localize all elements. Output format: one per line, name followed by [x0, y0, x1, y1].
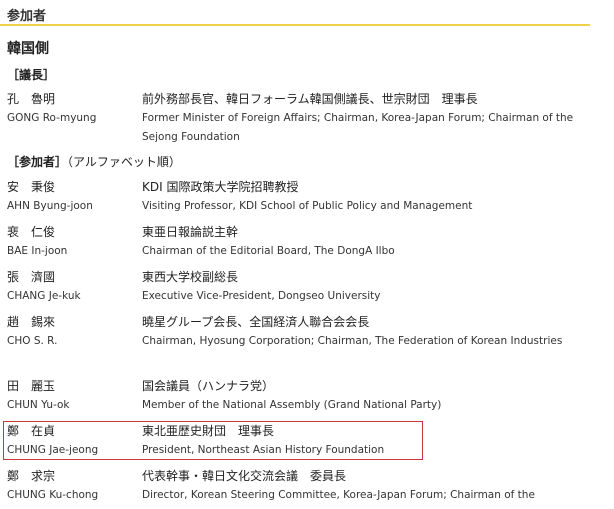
person-name-en: GONG Ro-myung: [7, 112, 97, 124]
person-name-en: BAE In-joon: [7, 245, 68, 257]
person-title-jp: 東亜日報論説主幹: [142, 225, 239, 239]
person-name-jp: 安 秉俊: [7, 180, 56, 194]
person-name-en: CHUNG Ku-chong: [7, 489, 99, 501]
person-title-en: Former Minister of Foreign Affairs; Chai…: [142, 112, 574, 143]
person-name-en: CHUN Yu-ok: [7, 399, 70, 411]
person-title-en: Executive Vice-President, Dongseo Univer…: [142, 290, 381, 302]
person-name-jp: 趙 錫來: [7, 315, 56, 329]
participants-section-label: ［参加者］（アルファベット順）: [7, 153, 181, 170]
chair-label: ［議長］: [7, 68, 56, 82]
person-title-jp: 東西大学校副総長: [142, 270, 239, 284]
chair-section-label: ［議長］: [7, 66, 55, 83]
person-title-jp: 東北亜歴史財団 理事長: [142, 424, 275, 438]
korean-side-heading: 韓国側: [7, 41, 49, 57]
person-name-jp: 鄭 求宗: [7, 469, 56, 483]
person-name-en: AHN Byung-joon: [7, 200, 93, 212]
person-title-jp: 代表幹事・韓日文化交流会議 委員長: [142, 469, 347, 483]
person-name-jp: 裵 仁俊: [7, 225, 56, 239]
section-header: 参加者: [0, 0, 590, 26]
person-name-jp: 鄭 在貞: [7, 424, 56, 438]
person-title-jp: 前外務部長官、韓日フォーラム韓国側議長、世宗財団 理事長: [142, 92, 478, 106]
person-name-jp: 張 濟國: [7, 270, 56, 284]
person-name-en: CHANG Je-kuk: [7, 290, 81, 302]
person-title-en: Director, Korean Steering Committee, Kor…: [142, 489, 535, 501]
person-title-en: President, Northeast Asian History Found…: [142, 444, 385, 456]
participants-label: ［参加者］: [7, 155, 68, 169]
person-title-en: Visiting Professor, KDI School of Public…: [142, 200, 473, 212]
person-title-en: Chairman, Hyosung Corporation; Chairman,…: [142, 335, 563, 347]
header-title: 参加者: [7, 9, 47, 24]
participants-page: 参加者 韓国側 ［議長］ 孔 魯明 GONG Ro-myung 前外務部長官、韓…: [0, 0, 614, 509]
person-name-en: CHO S. R.: [7, 335, 58, 347]
person-name-en: CHUNG Jae-jeong: [7, 444, 99, 456]
person-name-jp: 孔 魯明: [7, 92, 56, 106]
person-title-jp: 国会議員（ハンナラ党）: [142, 379, 275, 393]
person-name-jp: 田 麗玉: [7, 379, 56, 393]
person-title-en: Member of the National Assembly (Grand N…: [142, 399, 442, 411]
person-title-en: Chairman of the Editorial Board, The Don…: [142, 245, 395, 257]
participants-note: （アルファベット順）: [67, 155, 181, 169]
header-divider: [0, 24, 590, 26]
person-title-jp: 曉星グループ会長、全国経済人聯合会会長: [142, 315, 370, 329]
person-title-jp: KDI 国際政策大学院招聘教授: [142, 180, 299, 194]
